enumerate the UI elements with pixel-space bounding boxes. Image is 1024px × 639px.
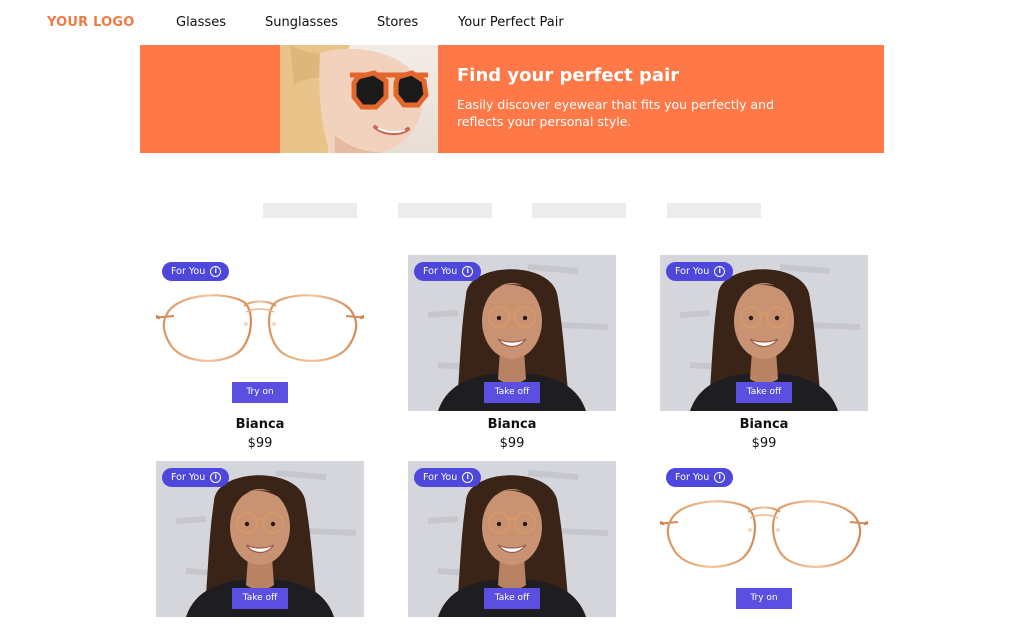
badge-label: For You (423, 472, 458, 483)
badge-label: For You (423, 266, 458, 277)
take-off-button[interactable]: Take off (484, 588, 540, 609)
nav-item-stores[interactable]: Stores (377, 15, 418, 30)
product-price: $99 (499, 436, 525, 451)
for-you-badge[interactable]: For You i (162, 262, 230, 281)
hero-photo (280, 45, 438, 153)
hero-title: Find your perfect pair (457, 65, 680, 86)
for-you-badge[interactable]: For You i (666, 262, 734, 281)
try-on-button[interactable]: Try on (736, 588, 792, 609)
take-off-button[interactable]: Take off (736, 382, 792, 403)
take-off-button[interactable]: Take off (484, 382, 540, 403)
for-you-badge[interactable]: For You i (162, 468, 230, 487)
product-name: Bianca (487, 417, 537, 432)
info-icon[interactable]: i (210, 472, 222, 483)
badge-label: For You (675, 472, 710, 483)
product-price: $99 (247, 436, 273, 451)
nav-item-glasses[interactable]: Glasses (176, 15, 226, 30)
for-you-badge[interactable]: For You i (414, 468, 482, 487)
info-icon[interactable]: i (714, 266, 726, 277)
info-icon[interactable]: i (462, 472, 474, 483)
take-off-button[interactable]: Take off (232, 588, 288, 609)
hero-banner: Find your perfect pair Easily discover e… (140, 45, 884, 153)
product-name: Bianca (235, 417, 285, 432)
badge-label: For You (171, 266, 206, 277)
badge-label: For You (171, 472, 206, 483)
nav-item-perfect-pair[interactable]: Your Perfect Pair (458, 15, 564, 30)
logo[interactable]: YOUR LOGO (47, 15, 135, 30)
for-you-badge[interactable]: For You i (666, 468, 734, 487)
info-icon[interactable]: i (714, 472, 726, 483)
loading-placeholder (532, 203, 626, 218)
product-name: Bianca (739, 417, 789, 432)
loading-placeholder (398, 203, 492, 218)
product-price: $99 (751, 436, 777, 451)
loading-placeholder (263, 203, 357, 218)
try-on-button[interactable]: Try on (232, 382, 288, 403)
info-icon[interactable]: i (462, 266, 474, 277)
nav-item-sunglasses[interactable]: Sunglasses (265, 15, 338, 30)
badge-label: For You (675, 266, 710, 277)
loading-placeholder (667, 203, 761, 218)
info-icon[interactable]: i (210, 266, 222, 277)
hero-subtitle: Easily discover eyewear that fits you pe… (457, 97, 775, 129)
for-you-badge[interactable]: For You i (414, 262, 482, 281)
